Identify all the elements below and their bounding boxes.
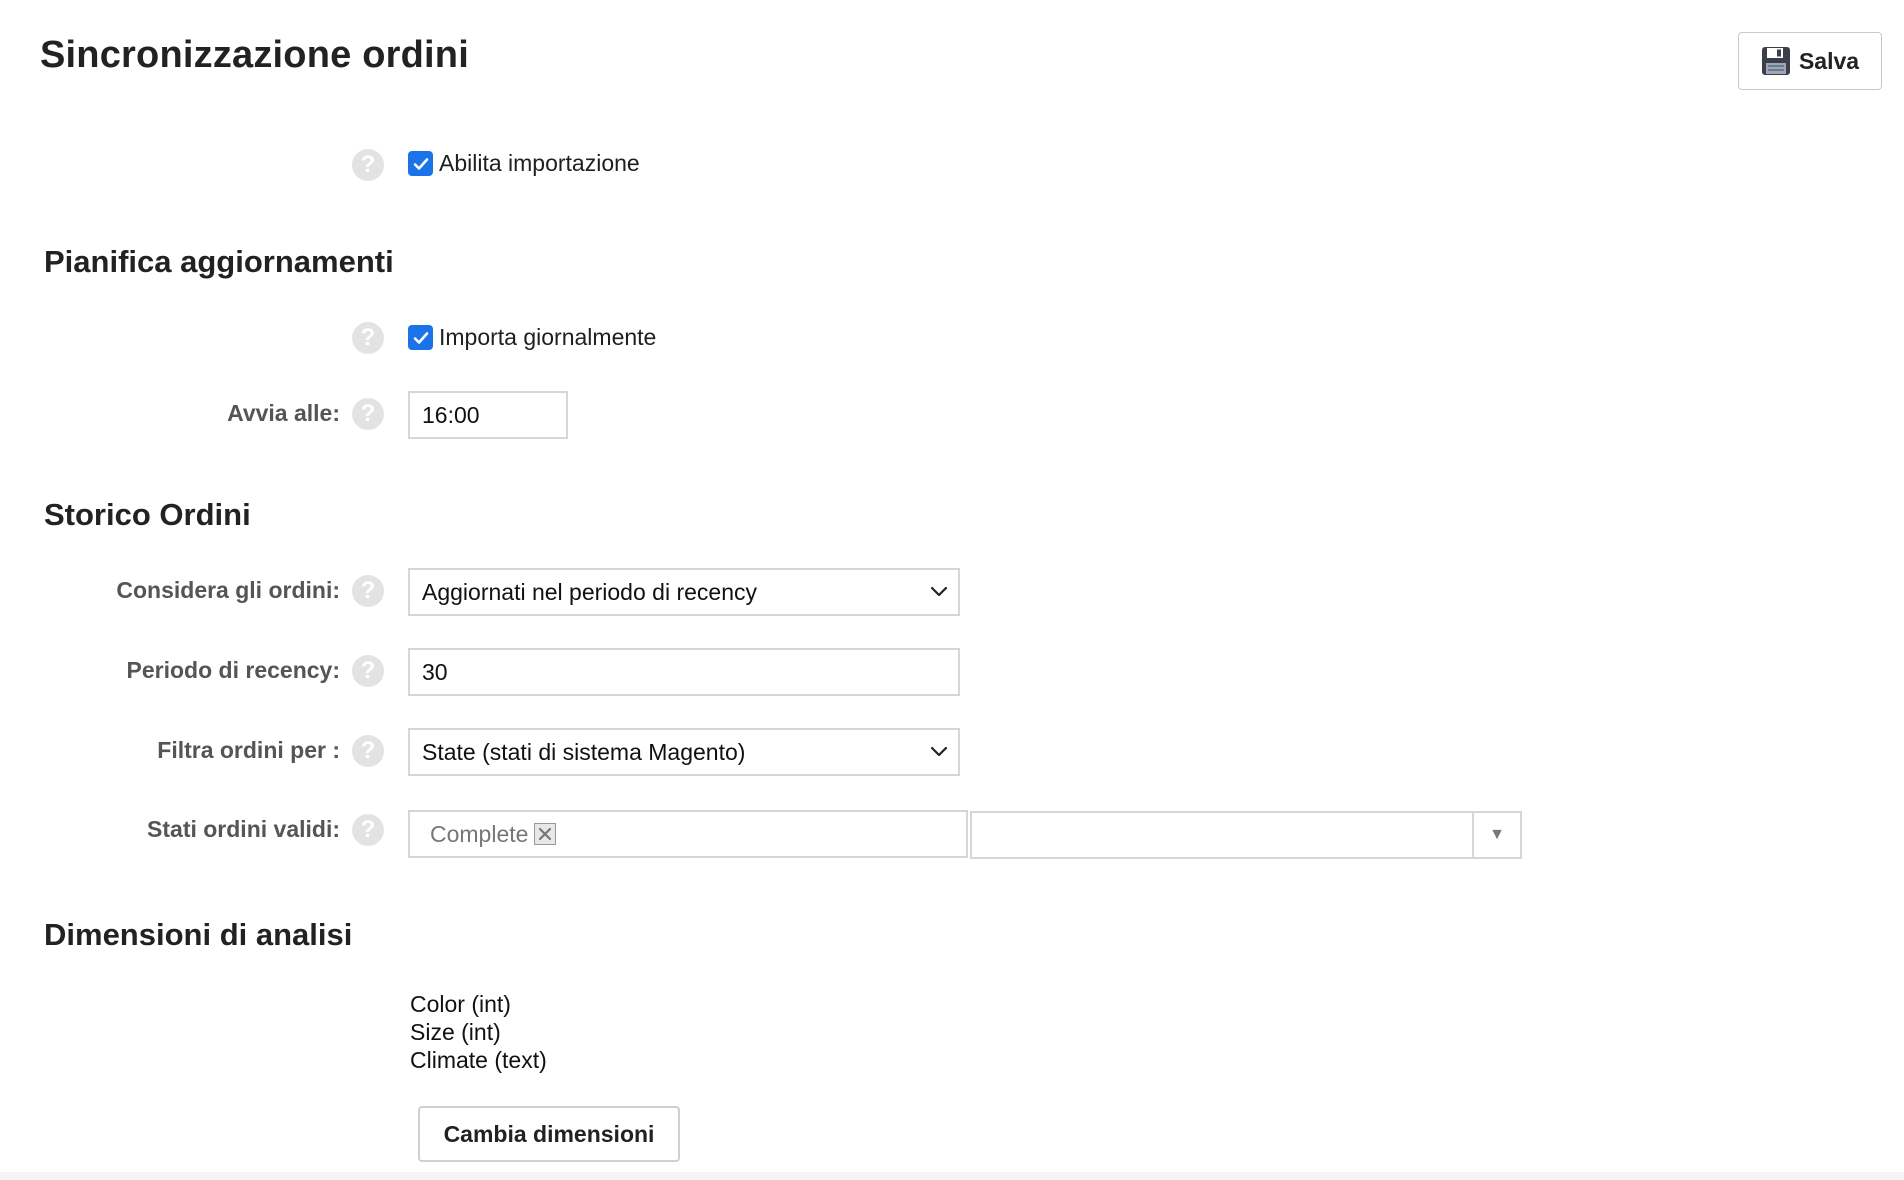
history-heading: Storico Ordini <box>44 497 251 532</box>
chevron-down-icon <box>930 746 948 757</box>
close-icon[interactable] <box>534 823 557 845</box>
dimensions-list: Color (int) Size (int) Climate (text) <box>410 990 547 1074</box>
valid-states-tags[interactable]: Complete <box>408 810 968 858</box>
start-time-value: 16:00 <box>422 401 480 428</box>
enable-import-checkbox[interactable] <box>408 151 433 176</box>
chevron-down-icon <box>930 586 948 597</box>
help-icon-consider[interactable]: ? <box>352 575 384 607</box>
filter-orders-label: Filtra ordini per : <box>157 737 340 763</box>
floppy-disk-icon <box>1761 46 1791 76</box>
dimension-item: Size (int) <box>410 1019 501 1045</box>
enable-import-row: Abilita importazione <box>408 150 640 177</box>
recency-period-value: 30 <box>422 658 448 685</box>
dimensions-heading: Dimensioni di analisi <box>44 917 353 952</box>
change-dimensions-button[interactable]: Cambia dimensioni <box>418 1106 680 1162</box>
checkmark-icon <box>413 331 428 344</box>
enable-import-label: Abilita importazione <box>439 150 640 176</box>
filter-orders-value: State (stati di sistema Magento) <box>422 738 746 765</box>
start-time-label: Avvia alle: <box>227 400 340 426</box>
valid-states-label: Stati ordini validi: <box>147 816 340 842</box>
consider-orders-value: Aggiornati nel periodo di recency <box>422 578 757 605</box>
page-title: Sincronizzazione ordini <box>40 34 469 76</box>
checkmark-icon <box>413 157 428 170</box>
valid-states-search-input[interactable] <box>972 813 1474 857</box>
page: Sincronizzazione ordini Salva ? Abilita … <box>0 0 1904 1180</box>
help-icon-filter[interactable]: ? <box>352 735 384 767</box>
dimension-item: Color (int) <box>410 991 511 1017</box>
filter-orders-select[interactable]: State (stati di sistema Magento) <box>408 728 960 776</box>
dimension-item: Climate (text) <box>410 1047 547 1073</box>
help-icon-valid-states[interactable]: ? <box>352 814 384 846</box>
save-button[interactable]: Salva <box>1738 32 1882 90</box>
valid-states-combobox[interactable]: ▼ <box>970 811 1522 859</box>
recency-period-label: Periodo di recency: <box>126 657 340 683</box>
help-icon-daily[interactable]: ? <box>352 322 384 354</box>
start-time-input[interactable]: 16:00 <box>408 391 568 439</box>
consider-orders-label: Considera gli ordini: <box>116 577 340 603</box>
daily-import-label: Importa giornalmente <box>439 324 657 350</box>
daily-import-checkbox[interactable] <box>408 325 433 350</box>
bottom-divider <box>0 1172 1904 1180</box>
help-icon-recency[interactable]: ? <box>352 655 384 687</box>
dropdown-arrow-icon[interactable]: ▼ <box>1474 813 1520 857</box>
recency-period-input[interactable]: 30 <box>408 648 960 696</box>
state-tag-label: Complete <box>430 820 529 847</box>
help-icon-import[interactable]: ? <box>352 149 384 181</box>
help-icon-start[interactable]: ? <box>352 398 384 430</box>
daily-import-row: Importa giornalmente <box>408 324 656 351</box>
schedule-heading: Pianifica aggiornamenti <box>44 244 394 279</box>
save-button-label: Salva <box>1798 47 1860 74</box>
consider-orders-select[interactable]: Aggiornati nel periodo di recency <box>408 568 960 616</box>
